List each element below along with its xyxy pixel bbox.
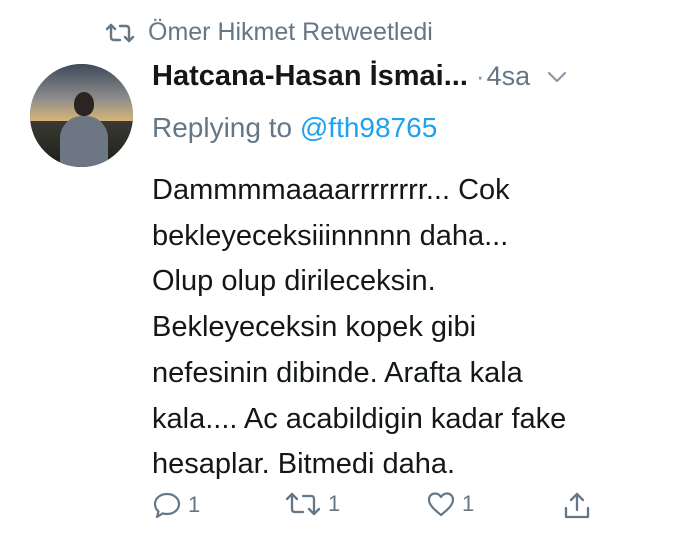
retweet-banner[interactable]: Ömer Hikmet Retweetledi [104, 18, 433, 47]
replying-handle-link[interactable]: @fth98765 [300, 112, 437, 143]
timestamp[interactable]: 4sa [487, 61, 531, 92]
share-button[interactable] [562, 490, 592, 522]
share-icon [562, 490, 592, 522]
heart-icon [426, 490, 456, 518]
replying-prefix: Replying to [152, 112, 293, 143]
replying-to: Replying to @fth98765 [152, 112, 437, 144]
retweet-banner-text: Ömer Hikmet Retweetledi [148, 18, 433, 46]
time-separator: · [475, 61, 485, 91]
retweet-count: 1 [328, 491, 341, 516]
retweet-action-icon [284, 490, 322, 518]
chevron-down-icon[interactable] [546, 70, 568, 84]
tweet-actions: 1 1 1 [152, 490, 612, 530]
tweet-text: Dammmmaaaarrrrrrrr... Cok bekleyeceksiii… [152, 174, 567, 481]
like-button[interactable]: 1 [426, 490, 474, 518]
retweet-button[interactable]: 1 [284, 490, 340, 518]
reply-count: 1 [188, 492, 201, 517]
retweet-icon [104, 21, 136, 45]
tweet-header: Hatcana-Hasan İsmai... · 4sa [152, 60, 652, 93]
like-count: 1 [462, 491, 475, 516]
reply-button[interactable]: 1 [152, 490, 200, 520]
reply-icon [152, 490, 182, 520]
avatar[interactable] [30, 64, 133, 167]
author-name[interactable]: Hatcana-Hasan İsmai... [152, 60, 468, 93]
